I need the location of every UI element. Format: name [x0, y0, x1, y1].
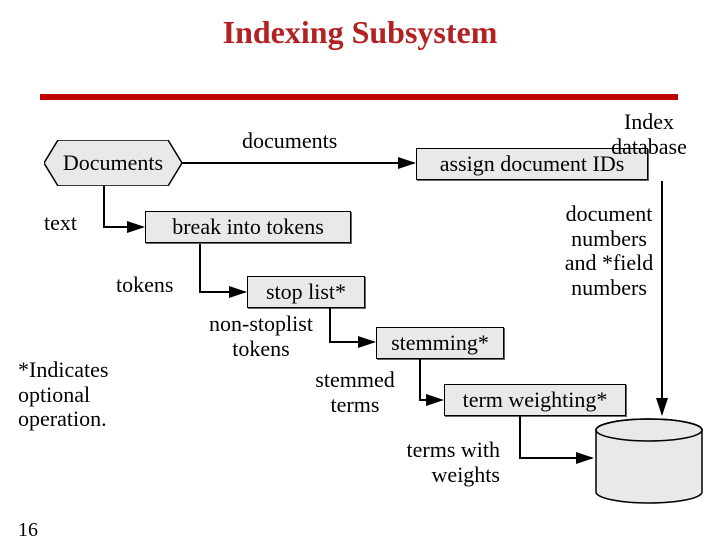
label-terms-with-weights: terms with weights	[384, 438, 500, 487]
documents-hexagon-label: Documents	[44, 150, 182, 176]
label-text: text	[44, 211, 77, 236]
title-underline	[40, 94, 678, 100]
label-non-stoplist-tokens: non-stoplist tokens	[198, 312, 324, 361]
label-stemmed-terms: stemmed terms	[300, 368, 410, 417]
index-database-cylinder	[594, 418, 704, 498]
label-tokens: tokens	[116, 273, 173, 298]
footnote-optional: *Indicates optional operation.	[18, 358, 108, 432]
index-database-label: Index database	[594, 110, 704, 159]
slide-number: 16	[18, 519, 38, 542]
slide-title: Indexing Subsystem	[0, 14, 720, 51]
documents-hexagon: Documents	[44, 140, 182, 186]
box-break-into-tokens: break into tokens	[145, 211, 351, 243]
label-document-numbers: document numbers and *field numbers	[554, 202, 664, 301]
label-documents-flow: documents	[242, 129, 337, 154]
box-stemming: stemming*	[376, 327, 504, 359]
box-stop-list: stop list*	[247, 276, 365, 308]
box-term-weighting: term weighting*	[444, 384, 626, 416]
